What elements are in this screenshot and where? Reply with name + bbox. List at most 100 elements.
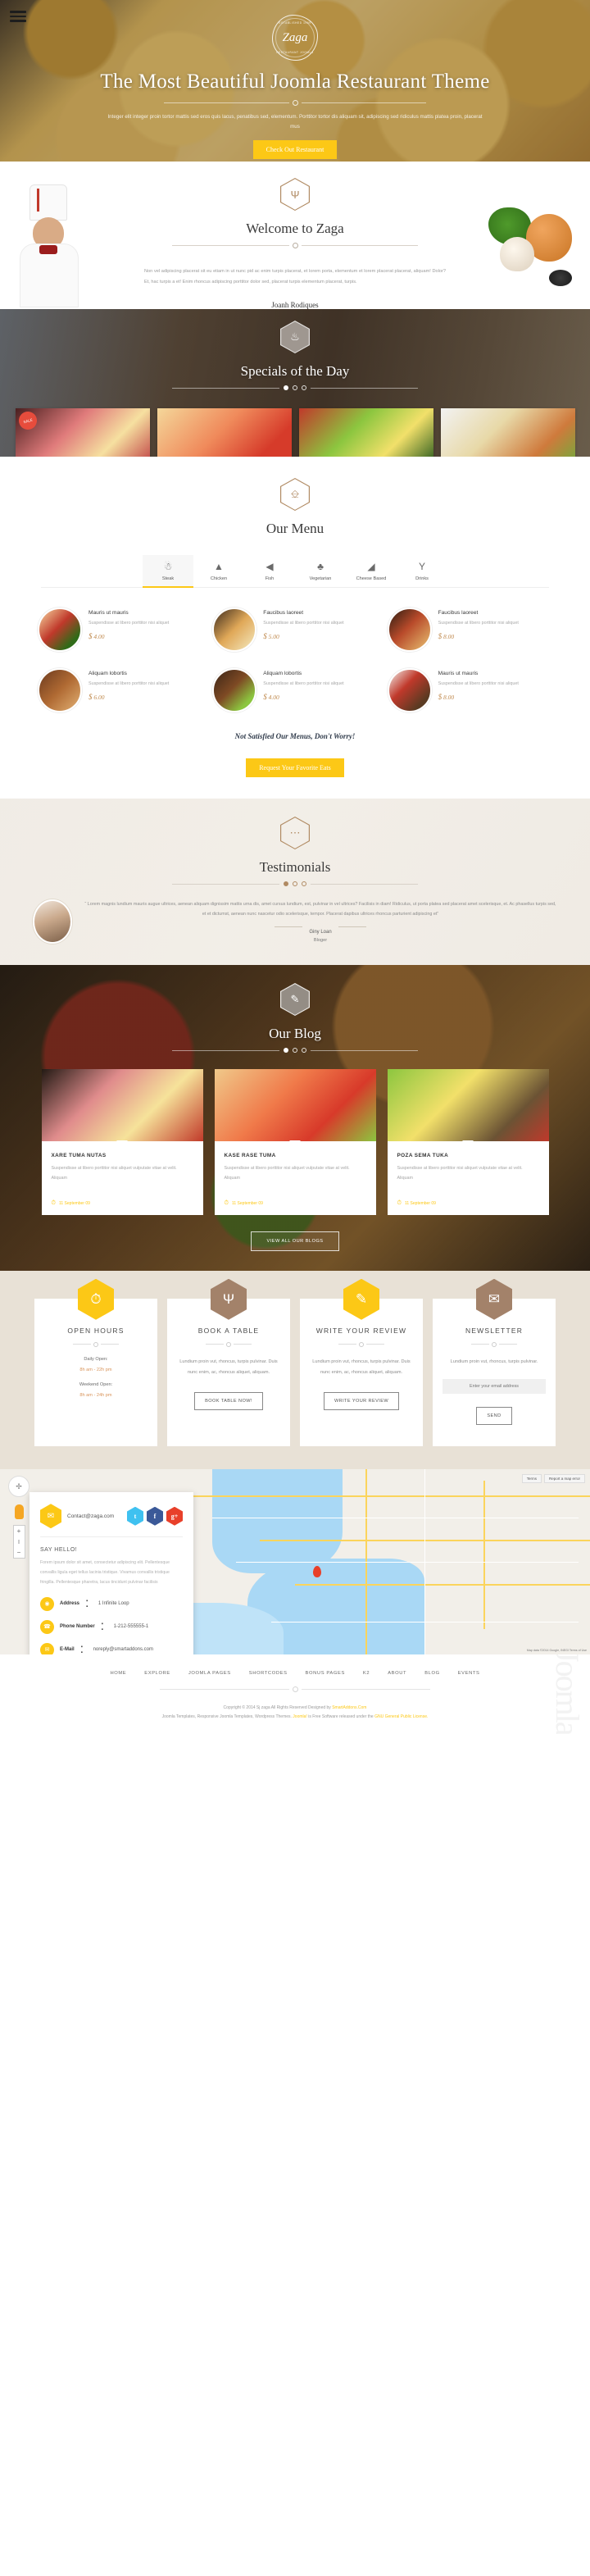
blog-post-title: POZA SEMA TUKA — [397, 1153, 449, 1158]
tab-chicken[interactable]: ▲ Chicken — [193, 555, 244, 587]
map-pan-control[interactable]: ✢ — [8, 1476, 30, 1498]
contact-email-label: E-Mail — [60, 1647, 75, 1653]
blog-card[interactable]: XARE TUMA NUTAS Suspendisse at libero po… — [41, 1069, 203, 1215]
blog-post-date: 11 September 09 — [58, 1200, 90, 1206]
clock-icon: ⏱ — [78, 1278, 114, 1320]
blog-card[interactable]: POZA SEMA TUKA Suspendisse at libero por… — [387, 1069, 549, 1215]
menu-item-name: Faucibus laoreet — [263, 610, 304, 616]
hero-cta-button[interactable]: Check Out Restaurant — [252, 139, 338, 159]
specials-dot-2[interactable] — [293, 385, 297, 390]
menu-item[interactable]: Mauris ut mauris Suspendisse at libero p… — [33, 603, 207, 663]
hamburger-menu-icon[interactable] — [10, 8, 26, 25]
tab-steak[interactable]: ☃ Steak — [143, 555, 193, 588]
street-view-pegman-icon[interactable] — [14, 1504, 24, 1520]
location-pin-icon: ◉ — [40, 1596, 54, 1611]
map-report-error-link[interactable]: Report a map error — [543, 1474, 585, 1484]
map-section[interactable]: ✢ + − Terms Report a map error Map data … — [0, 1469, 590, 1655]
menu-item[interactable]: Aliquam lobortis Suspendisse at libero p… — [207, 663, 382, 724]
newsletter-send-button[interactable]: SEND — [476, 1407, 512, 1426]
info-box-title: NEWSLETTER — [465, 1326, 524, 1335]
map-terms-link[interactable]: Terms — [521, 1474, 542, 1484]
footer-link-about[interactable]: ABOUT — [388, 1671, 406, 1676]
info-box-divider — [442, 1341, 546, 1347]
special-card[interactable]: Kase rase tuma $ 4.00 — [157, 408, 292, 457]
special-card[interactable]: Poza sema tuka $ 5.00 — [298, 408, 433, 457]
zoom-out-button[interactable]: − — [14, 1547, 25, 1558]
write-review-button[interactable]: WRITE YOUR REVIEW — [323, 1391, 400, 1410]
footer-link-explore[interactable]: EXPLORE — [144, 1671, 170, 1676]
specials-flame-icon: ♨ — [280, 321, 310, 353]
tab-fish[interactable]: ◀ Fish — [244, 555, 295, 587]
footer-link-shortcodes[interactable]: SHORTCODES — [249, 1671, 288, 1676]
chicken-icon: ▲ — [214, 561, 224, 572]
menu-item-desc: Suspendisse at libero porttitor nisi ali… — [438, 681, 519, 686]
menu-item[interactable]: Faucibus laoreet Suspendisse at libero p… — [207, 603, 382, 663]
book-table-button[interactable]: BOOK TABLE NOW! — [194, 1391, 263, 1410]
testimonials-carousel-dots[interactable] — [172, 881, 418, 886]
specials-dot-3[interactable] — [302, 385, 306, 390]
tab-label: Fish — [265, 576, 275, 581]
footer-link-k2[interactable]: K2 — [363, 1671, 370, 1676]
tab-drinks[interactable]: Y Drinks — [397, 555, 447, 587]
testimonial-dot-1[interactable] — [284, 881, 288, 886]
footer-link-home[interactable]: HOME — [110, 1671, 126, 1676]
blog-image — [214, 1069, 376, 1141]
blog-dot-2[interactable] — [293, 1048, 297, 1053]
special-card[interactable]: Tuka suma lotun $ 4.00 — [440, 408, 575, 457]
blog-dot-3[interactable] — [302, 1048, 306, 1053]
contact-email[interactable]: Contact@zaga.com — [67, 1513, 114, 1519]
menu-item-image — [38, 608, 82, 652]
newsletter-email-input[interactable] — [442, 1379, 546, 1395]
map-controls[interactable]: ✢ + − — [8, 1476, 30, 1559]
specials-carousel-dots[interactable] — [172, 385, 418, 390]
menu-item[interactable]: Faucibus laoreet Suspendisse at libero p… — [383, 603, 557, 663]
map-location-pin[interactable] — [312, 1565, 321, 1577]
blog-carousel-dots[interactable] — [172, 1048, 418, 1053]
menu-item[interactable]: Aliquam lobortis Suspendisse at libero p… — [33, 663, 207, 724]
menu-item-name: Mauris ut mauris — [88, 610, 129, 616]
zoom-slider-track[interactable] — [14, 1536, 25, 1547]
zoom-in-button[interactable]: + — [14, 1526, 25, 1536]
contact-email-value: noreply@smartaddons.com — [93, 1647, 154, 1653]
logo-bottom-arc: RESTAURANT JOOMLA — [276, 51, 314, 54]
footer-link-blog[interactable]: BLOG — [424, 1671, 440, 1676]
testimonial-dot-2[interactable] — [293, 881, 297, 886]
gpl-license-link[interactable]: GNU General Public License. — [374, 1714, 428, 1719]
blog-card[interactable]: KASE RASE TUMA Suspendisse at libero por… — [214, 1069, 376, 1215]
testimonial-dot-3[interactable] — [302, 881, 306, 886]
pencil-icon: ✎ — [343, 1278, 379, 1320]
welcome-cutlery-icon: Ψ — [280, 178, 310, 211]
footer-link-bonus-pages[interactable]: BONUS PAGES — [306, 1671, 345, 1676]
map-badges[interactable]: Terms Report a map error — [521, 1474, 585, 1484]
brand-logo[interactable]: ESTABLISHED 1989 Zaga RESTAURANT JOOMLA — [272, 15, 318, 61]
joomla-link[interactable]: Joomla! — [293, 1714, 307, 1719]
specials-section: ♨ Specials of the Day SALE Xare tuma nut… — [0, 309, 590, 457]
info-box-text: Lundium proin vut, rhoncus, turpis pulvi… — [450, 1359, 538, 1364]
twitter-icon[interactable]: t — [127, 1506, 143, 1526]
blog-dot-1[interactable] — [284, 1048, 288, 1053]
tab-vegetarian[interactable]: ♣ Vegetarian — [295, 555, 346, 587]
tab-cheese-based[interactable]: ◢ Cheese Based — [346, 555, 397, 587]
request-favorite-eats-button[interactable]: Request Your Favorite Eats — [246, 758, 344, 777]
phone-icon: ☎ — [40, 1619, 54, 1634]
tree-icon: ♣ — [317, 561, 324, 572]
facebook-icon[interactable]: f — [147, 1506, 163, 1526]
special-card[interactable]: SALE Xare tuma nutas $ 5.00 — [15, 408, 150, 457]
footer-nav[interactable]: HOME EXPLORE JOOMLA PAGES SHORTCODES BON… — [0, 1671, 590, 1676]
social-links[interactable]: t f g+ — [127, 1506, 183, 1526]
menu-tabs[interactable]: ☃ Steak ▲ Chicken ◀ Fish ♣ Vegetarian ◢ … — [41, 555, 549, 588]
map-zoom-control[interactable]: + − — [12, 1525, 25, 1559]
menu-item[interactable]: Mauris ut mauris Suspendisse at libero p… — [383, 663, 557, 724]
welcome-divider — [172, 243, 418, 248]
googleplus-icon[interactable]: g+ — [166, 1506, 183, 1526]
map-credit: Map data ©2014 Google, INEGI Terms of Us… — [526, 1649, 587, 1653]
footer-link-joomla-pages[interactable]: JOOMLA PAGES — [188, 1671, 231, 1676]
blog-image — [41, 1069, 203, 1141]
info-box-open-hours: ⏱ OPEN HOURS Daily Open: 8h am - 22h pm … — [34, 1278, 157, 1447]
smartaddons-link[interactable]: SmartAddons.Com — [332, 1705, 366, 1710]
chef-bowtie — [39, 245, 57, 254]
info-box-title: WRITE YOUR REVIEW — [315, 1326, 407, 1335]
specials-dot-1[interactable] — [284, 385, 288, 390]
footer-link-events[interactable]: EVENTS — [458, 1671, 480, 1676]
view-all-blogs-button[interactable]: VIEW ALL OUR BLOGS — [251, 1231, 339, 1251]
